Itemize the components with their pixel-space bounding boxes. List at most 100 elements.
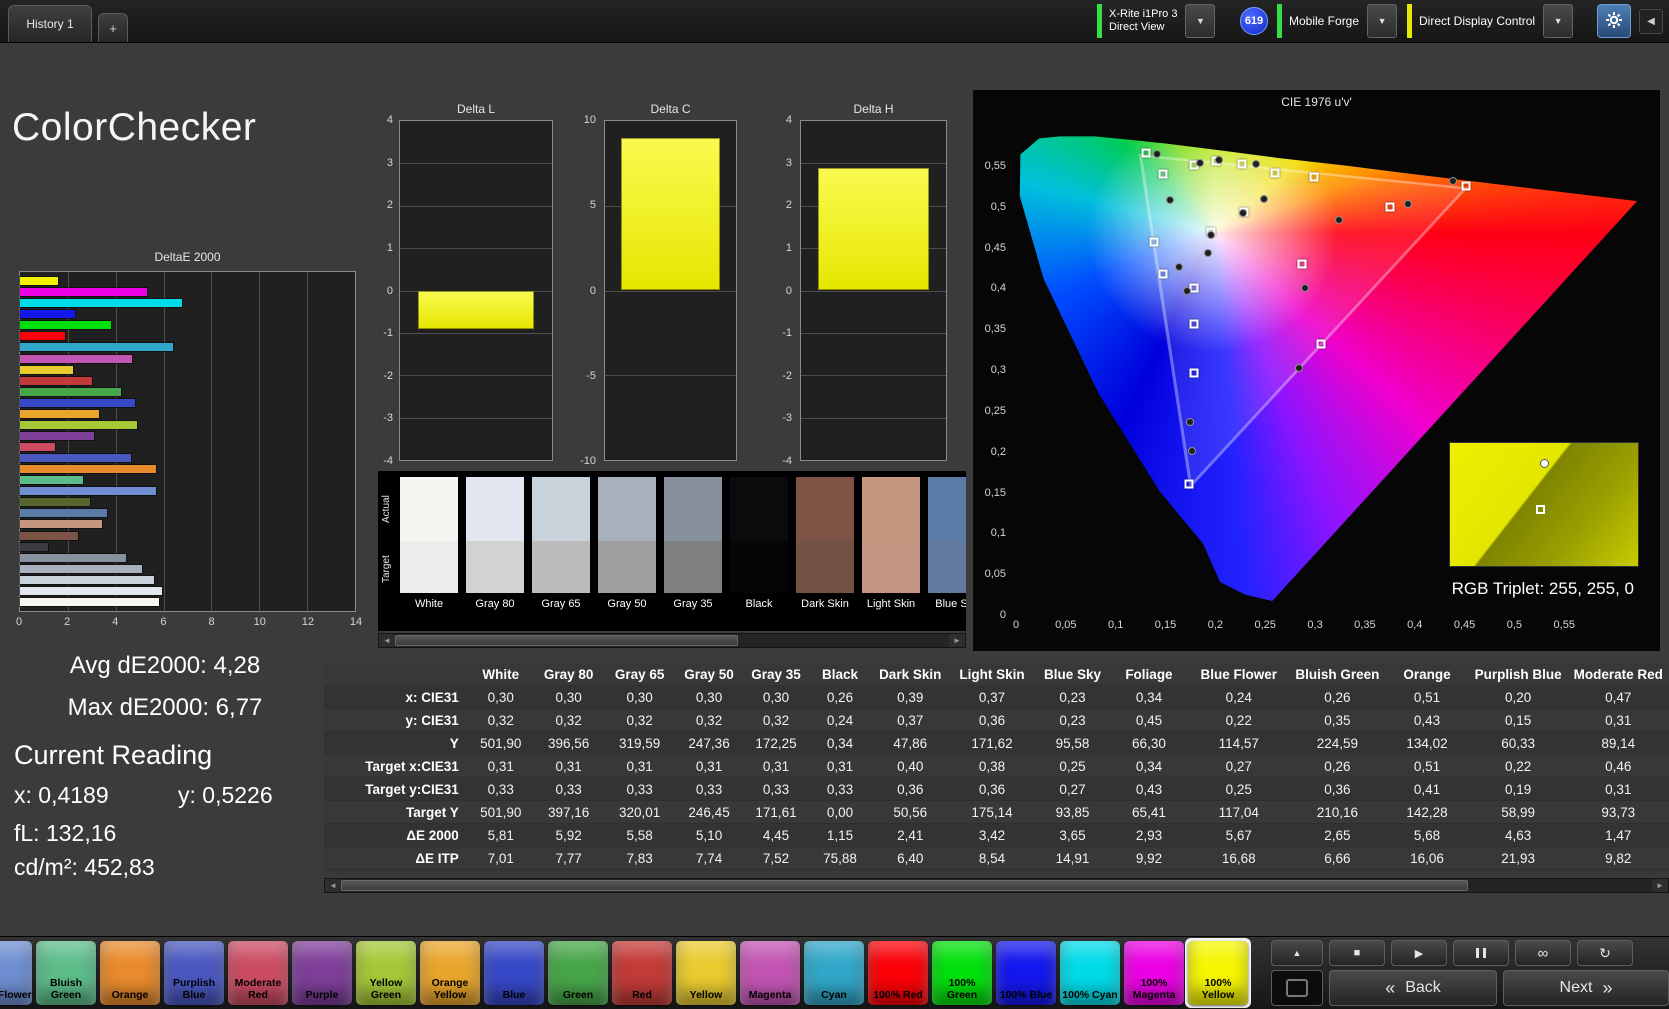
- axis-tick-label: -3: [383, 412, 393, 425]
- scrollbar-thumb[interactable]: [395, 635, 739, 646]
- pattern-swatch-100-blue[interactable]: 100% Blue: [996, 941, 1056, 1005]
- add-tab-button[interactable]: +: [98, 13, 128, 42]
- column-header: Dark Skin: [871, 663, 949, 686]
- pattern-swatch-yellow[interactable]: Yellow: [676, 941, 736, 1005]
- patch-actual-color: [400, 477, 458, 541]
- tab-history-1[interactable]: History 1: [8, 5, 92, 42]
- collapse-panel-button[interactable]: ◀: [1639, 9, 1663, 34]
- current-fl-value: fL: 132,16: [14, 820, 117, 846]
- pattern-swatch-cyan[interactable]: Cyan: [804, 941, 864, 1005]
- pattern-swatch-yellow-green[interactable]: Yellow Green: [356, 941, 416, 1005]
- patch-label: Black: [745, 598, 773, 610]
- pattern-swatch-label: Yellow Green: [369, 977, 403, 1001]
- column-header: [324, 663, 469, 686]
- gridline: [605, 375, 736, 377]
- stop-button[interactable]: ■: [1329, 940, 1385, 966]
- pattern-swatch-purplish-blue[interactable]: Purplish Blue: [164, 941, 224, 1005]
- scroll-right-button[interactable]: ►: [949, 634, 965, 647]
- scroll-left-button[interactable]: ◄: [325, 879, 341, 892]
- pattern-swatch-red[interactable]: Red: [612, 941, 672, 1005]
- pause-button[interactable]: [1453, 940, 1509, 966]
- scrollbar-track[interactable]: [341, 879, 1652, 892]
- scrollbar-track[interactable]: [395, 634, 949, 647]
- pattern-swatch-bluish-green[interactable]: Bluish Green: [36, 941, 96, 1005]
- axis-tick-label: -10: [580, 455, 596, 467]
- pattern-swatch-blue-flower[interactable]: Blue Flower: [0, 941, 32, 1005]
- axis-tick-label: 0: [386, 284, 393, 297]
- table-cell: 6,40: [871, 846, 949, 870]
- patch-black: Black: [730, 477, 788, 610]
- loop-button[interactable]: ↻: [1577, 940, 1633, 966]
- axis-tick-label: -1: [383, 327, 393, 340]
- pattern-swatch-blue[interactable]: Blue: [484, 941, 544, 1005]
- measured-marker: [1188, 446, 1197, 455]
- table-cell: 0,32: [468, 708, 533, 732]
- target-marker: [1158, 169, 1168, 179]
- table-row: ΔE 2000 5,81 5,92 5,58 5,10 4,45 1,15 2,41 3,42 3…: [324, 823, 1669, 847]
- table-cell: 501,90: [468, 731, 533, 755]
- table-cell: 93,85: [1035, 800, 1110, 824]
- pattern-swatch-label: Bluish Green: [49, 977, 83, 1001]
- expand-toolbar-button[interactable]: ▲: [1271, 940, 1323, 966]
- pattern-swatch-orange[interactable]: Orange: [100, 941, 160, 1005]
- chevron-down-icon: ▼: [1377, 16, 1387, 26]
- max-de2000-value: Max dE2000: 6,77: [67, 694, 263, 721]
- column-header: Blue Flower: [1188, 663, 1290, 686]
- axis-tick-label: 0: [999, 609, 1006, 621]
- row-label: ΔE ITP: [324, 846, 469, 870]
- axis-tick-label: -5: [586, 369, 596, 382]
- table-row: y: CIE31 0,32 0,32 0,32 0,32 0,32 0,24 0,37 0,36…: [324, 708, 1669, 732]
- patch-label: Gray 35: [673, 598, 713, 610]
- gridline: [400, 332, 552, 334]
- table-cell: 0,27: [1188, 754, 1290, 778]
- next-button[interactable]: Next »: [1503, 970, 1669, 1006]
- axis-tick-label: 6: [160, 616, 167, 628]
- continuous-measure-button[interactable]: ∞: [1515, 940, 1571, 966]
- table-cell: 0,32: [604, 708, 675, 732]
- table-cell: 0,31: [1567, 777, 1669, 801]
- table-cell: 0,26: [1289, 685, 1386, 709]
- table-cell: 396,56: [532, 731, 605, 755]
- display-control-dropdown-button[interactable]: ▼: [1543, 4, 1574, 38]
- deltae-bar-100-green: [20, 321, 111, 330]
- table-cell: 134,02: [1385, 731, 1469, 755]
- pattern-swatch-magenta[interactable]: Magenta: [740, 941, 800, 1005]
- gridline: [400, 417, 552, 419]
- table-scrollbar[interactable]: ◄ ►: [324, 878, 1669, 893]
- pattern-swatch-moderate-red[interactable]: Moderate Red: [228, 941, 288, 1005]
- pattern-swatch-100-red[interactable]: 100% Red: [868, 941, 928, 1005]
- patch-strip-scrollbar[interactable]: ◄ ►: [378, 633, 966, 648]
- pattern-swatch-purple[interactable]: Purple: [292, 941, 352, 1005]
- pattern-swatch-green[interactable]: Green: [548, 941, 608, 1005]
- row-label: Target y:CIE31: [324, 777, 469, 801]
- pattern-swatch-100-cyan[interactable]: 100% Cyan: [1060, 941, 1120, 1005]
- meter-dropdown-button[interactable]: ▼: [1185, 4, 1216, 38]
- scrollbar-thumb[interactable]: [341, 880, 1469, 891]
- pattern-swatch-orange-yellow[interactable]: Orange Yellow: [420, 941, 480, 1005]
- deltae-bar-foliage: [20, 498, 91, 507]
- table-cell: 0,30: [743, 685, 809, 709]
- table-cell: 0,43: [1109, 777, 1189, 801]
- current-reading-heading: Current Reading: [14, 740, 213, 770]
- pattern-swatch-100-green[interactable]: 100% Green: [932, 941, 992, 1005]
- table-cell: 0,32: [743, 708, 809, 732]
- measured-marker: [1207, 231, 1216, 240]
- pattern-swatch-100-yellow[interactable]: 100% Yellow: [1188, 941, 1248, 1005]
- play-button[interactable]: ▶: [1391, 940, 1447, 966]
- session-count-badge: 619: [1240, 7, 1268, 35]
- table-cell: 95,58: [1035, 731, 1110, 755]
- back-button[interactable]: « Back: [1329, 970, 1497, 1006]
- column-header: Black: [808, 663, 872, 686]
- target-marker: [1141, 148, 1151, 158]
- pause-icon: [1483, 948, 1486, 958]
- target-marker: [1237, 159, 1247, 169]
- scroll-left-button[interactable]: ◄: [379, 634, 395, 647]
- deltae-bar-100-magenta: [20, 288, 147, 297]
- settings-button[interactable]: [1597, 4, 1631, 38]
- scroll-right-button[interactable]: ►: [1652, 879, 1668, 892]
- pattern-swatch-100-magenta[interactable]: 100% Magenta: [1124, 941, 1184, 1005]
- avg-de2000-value: Avg dE2000: 4,28: [69, 652, 261, 679]
- source-dropdown-button[interactable]: ▼: [1367, 4, 1398, 38]
- pattern-window-button[interactable]: [1271, 970, 1323, 1006]
- table-cell: 0,32: [532, 708, 605, 732]
